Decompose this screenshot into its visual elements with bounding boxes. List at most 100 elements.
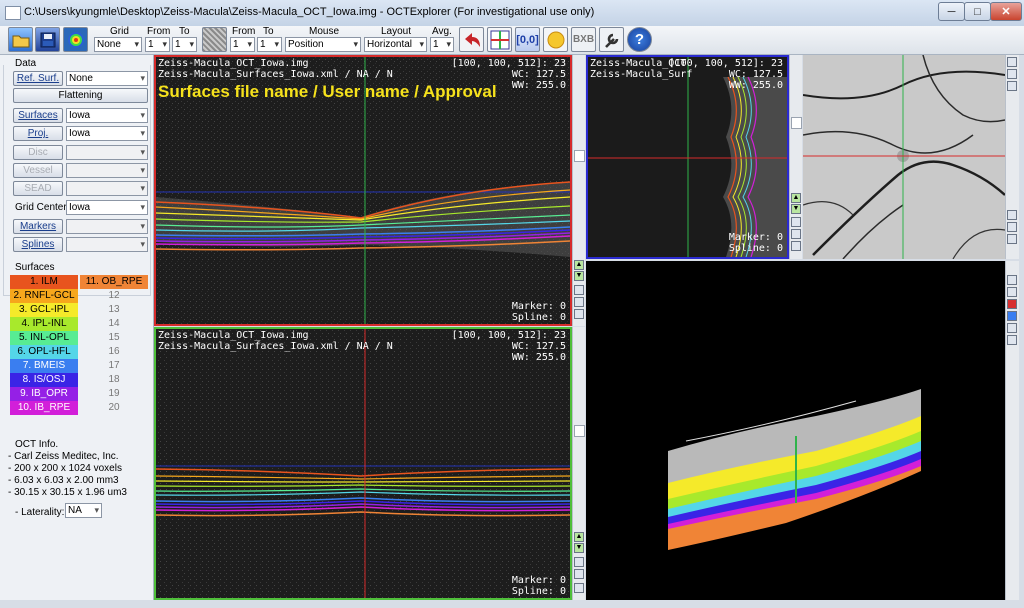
3d-render-view[interactable] <box>586 261 1005 600</box>
surface-item[interactable]: 9. IB_OPR <box>10 387 78 401</box>
splines-button[interactable]: Splines <box>13 237 63 252</box>
mouse-select[interactable]: Position <box>285 37 361 52</box>
surface-item[interactable]: 13 <box>80 303 148 317</box>
slice-scrollbar[interactable]: ▲ ▼ <box>789 55 802 259</box>
tool-icon[interactable] <box>791 217 801 227</box>
color-icon[interactable] <box>1007 299 1017 309</box>
from2-select[interactable]: 1 <box>230 37 255 52</box>
tool-icon[interactable] <box>1007 57 1017 67</box>
proj-select[interactable]: Iowa <box>66 126 148 141</box>
avg-select[interactable]: 1 <box>430 37 454 52</box>
undo-arrow-icon[interactable] <box>459 27 484 52</box>
tool-icon[interactable] <box>574 309 584 319</box>
ref-surf-select[interactable]: None <box>66 71 148 86</box>
surface-item[interactable]: 1. ILM <box>10 275 78 289</box>
tool-icon[interactable] <box>1007 210 1017 220</box>
texture-icon[interactable] <box>202 27 227 52</box>
tool-icon[interactable] <box>1007 323 1017 333</box>
surface-item[interactable]: 17 <box>80 359 148 373</box>
open-folder-icon[interactable] <box>8 27 33 52</box>
scroll-thumb[interactable] <box>574 150 585 162</box>
surface-item[interactable]: 20 <box>80 401 148 415</box>
grid-center-label: Grid Center <box>15 202 67 213</box>
tool-icon[interactable] <box>574 583 584 593</box>
close-button[interactable]: ✕ <box>990 2 1022 21</box>
bscan-view-top[interactable]: Zeiss-Macula_OCT_Iowa.img Zeiss-Macula_S… <box>154 55 572 326</box>
laterality-select[interactable]: NA <box>65 503 102 518</box>
surfaces-button[interactable]: Surfaces <box>13 108 63 123</box>
tool-icon[interactable] <box>1007 222 1017 232</box>
proj-button[interactable]: Proj. <box>13 126 63 141</box>
tool-icon[interactable] <box>1007 69 1017 79</box>
nav-up-icon[interactable]: ▲ <box>574 532 584 542</box>
minimize-button[interactable]: ─ <box>938 2 965 21</box>
surface-item[interactable]: 16 <box>80 345 148 359</box>
bxb-button[interactable]: BXB <box>571 27 596 52</box>
tool-icon[interactable] <box>791 229 801 239</box>
sead-select[interactable] <box>66 181 148 196</box>
sun-icon[interactable] <box>543 27 568 52</box>
grid-select[interactable]: None <box>94 37 142 52</box>
disc-button[interactable]: Disc <box>13 145 63 160</box>
vessel-select[interactable] <box>66 163 148 178</box>
wrench-icon[interactable] <box>599 27 624 52</box>
nav-up-icon[interactable]: ▲ <box>574 260 584 270</box>
surface-item[interactable]: 18 <box>80 373 148 387</box>
surface-item[interactable]: 15 <box>80 331 148 345</box>
to-select[interactable]: 1 <box>172 37 197 52</box>
surface-item[interactable]: 5. INL-OPL <box>10 331 78 345</box>
maximize-button[interactable]: □ <box>964 2 991 21</box>
surface-item[interactable]: 7. BMEIS <box>10 359 78 373</box>
tool-icon[interactable] <box>574 285 584 295</box>
nav-up-icon[interactable]: ▲ <box>791 193 801 203</box>
layout-select[interactable]: Horizontal <box>364 37 427 52</box>
ref-surf-button[interactable]: Ref. Surf. <box>13 71 63 86</box>
nav-down-icon[interactable]: ▼ <box>574 543 584 553</box>
scroll-thumb[interactable] <box>791 117 802 129</box>
save-icon[interactable] <box>35 27 60 52</box>
surface-item[interactable]: 12 <box>80 289 148 303</box>
tool-icon[interactable] <box>1007 275 1017 285</box>
bscan-view-bottom[interactable]: Zeiss-Macula_OCT_Iowa.img Zeiss-Macula_S… <box>154 327 572 600</box>
top-scrollbar[interactable]: ▲ ▼ <box>572 55 585 326</box>
bottom-scrollbar[interactable]: ▲ ▼ <box>572 327 585 600</box>
help-button[interactable]: ? <box>627 27 652 52</box>
heatmap-icon[interactable] <box>63 27 88 52</box>
flattening-button[interactable]: Flattening <box>13 88 148 103</box>
grid-center-select[interactable]: Iowa <box>66 200 148 215</box>
surface-item[interactable]: 11. OB_RPE <box>80 275 148 289</box>
surface-item[interactable]: 3. GCL-IPL <box>10 303 78 317</box>
surface-item[interactable]: 2. RNFL-GCL <box>10 289 78 303</box>
slice-view[interactable]: Zeiss-Macula_OCT Zeiss-Macula_Surf [100,… <box>586 55 789 259</box>
tool-icon[interactable] <box>1007 234 1017 244</box>
markers-button[interactable]: Markers <box>13 219 63 234</box>
crosshair-icon[interactable] <box>487 27 512 52</box>
surface-item[interactable]: 14 <box>80 317 148 331</box>
fundus-projection-view[interactable] <box>803 55 1005 259</box>
tool-icon[interactable] <box>1007 81 1017 91</box>
scroll-thumb[interactable] <box>574 425 585 437</box>
surface-item[interactable]: 8. IS/OSJ <box>10 373 78 387</box>
surface-item[interactable]: 6. OPL-HFL <box>10 345 78 359</box>
tool-icon[interactable] <box>1007 287 1017 297</box>
surface-item[interactable]: 10. IB_RPE <box>10 401 78 415</box>
from-select[interactable]: 1 <box>145 37 170 52</box>
tool-icon[interactable] <box>574 569 584 579</box>
tool-icon[interactable] <box>1007 335 1017 345</box>
coordinate-button[interactable]: [0,0] <box>515 27 540 52</box>
sead-button[interactable]: SEAD <box>13 181 63 196</box>
tool-icon[interactable] <box>791 241 801 251</box>
to2-select[interactable]: 1 <box>257 37 282 52</box>
surfaces-select[interactable]: Iowa <box>66 108 148 123</box>
color-icon[interactable] <box>1007 311 1017 321</box>
nav-down-icon[interactable]: ▼ <box>574 271 584 281</box>
splines-select[interactable] <box>66 237 148 252</box>
nav-down-icon[interactable]: ▼ <box>791 204 801 214</box>
surface-item[interactable]: 19 <box>80 387 148 401</box>
markers-select[interactable] <box>66 219 148 234</box>
vessel-button[interactable]: Vessel <box>13 163 63 178</box>
tool-icon[interactable] <box>574 297 584 307</box>
disc-select[interactable] <box>66 145 148 160</box>
surface-item[interactable]: 4. IPL-INL <box>10 317 78 331</box>
tool-icon[interactable] <box>574 557 584 567</box>
